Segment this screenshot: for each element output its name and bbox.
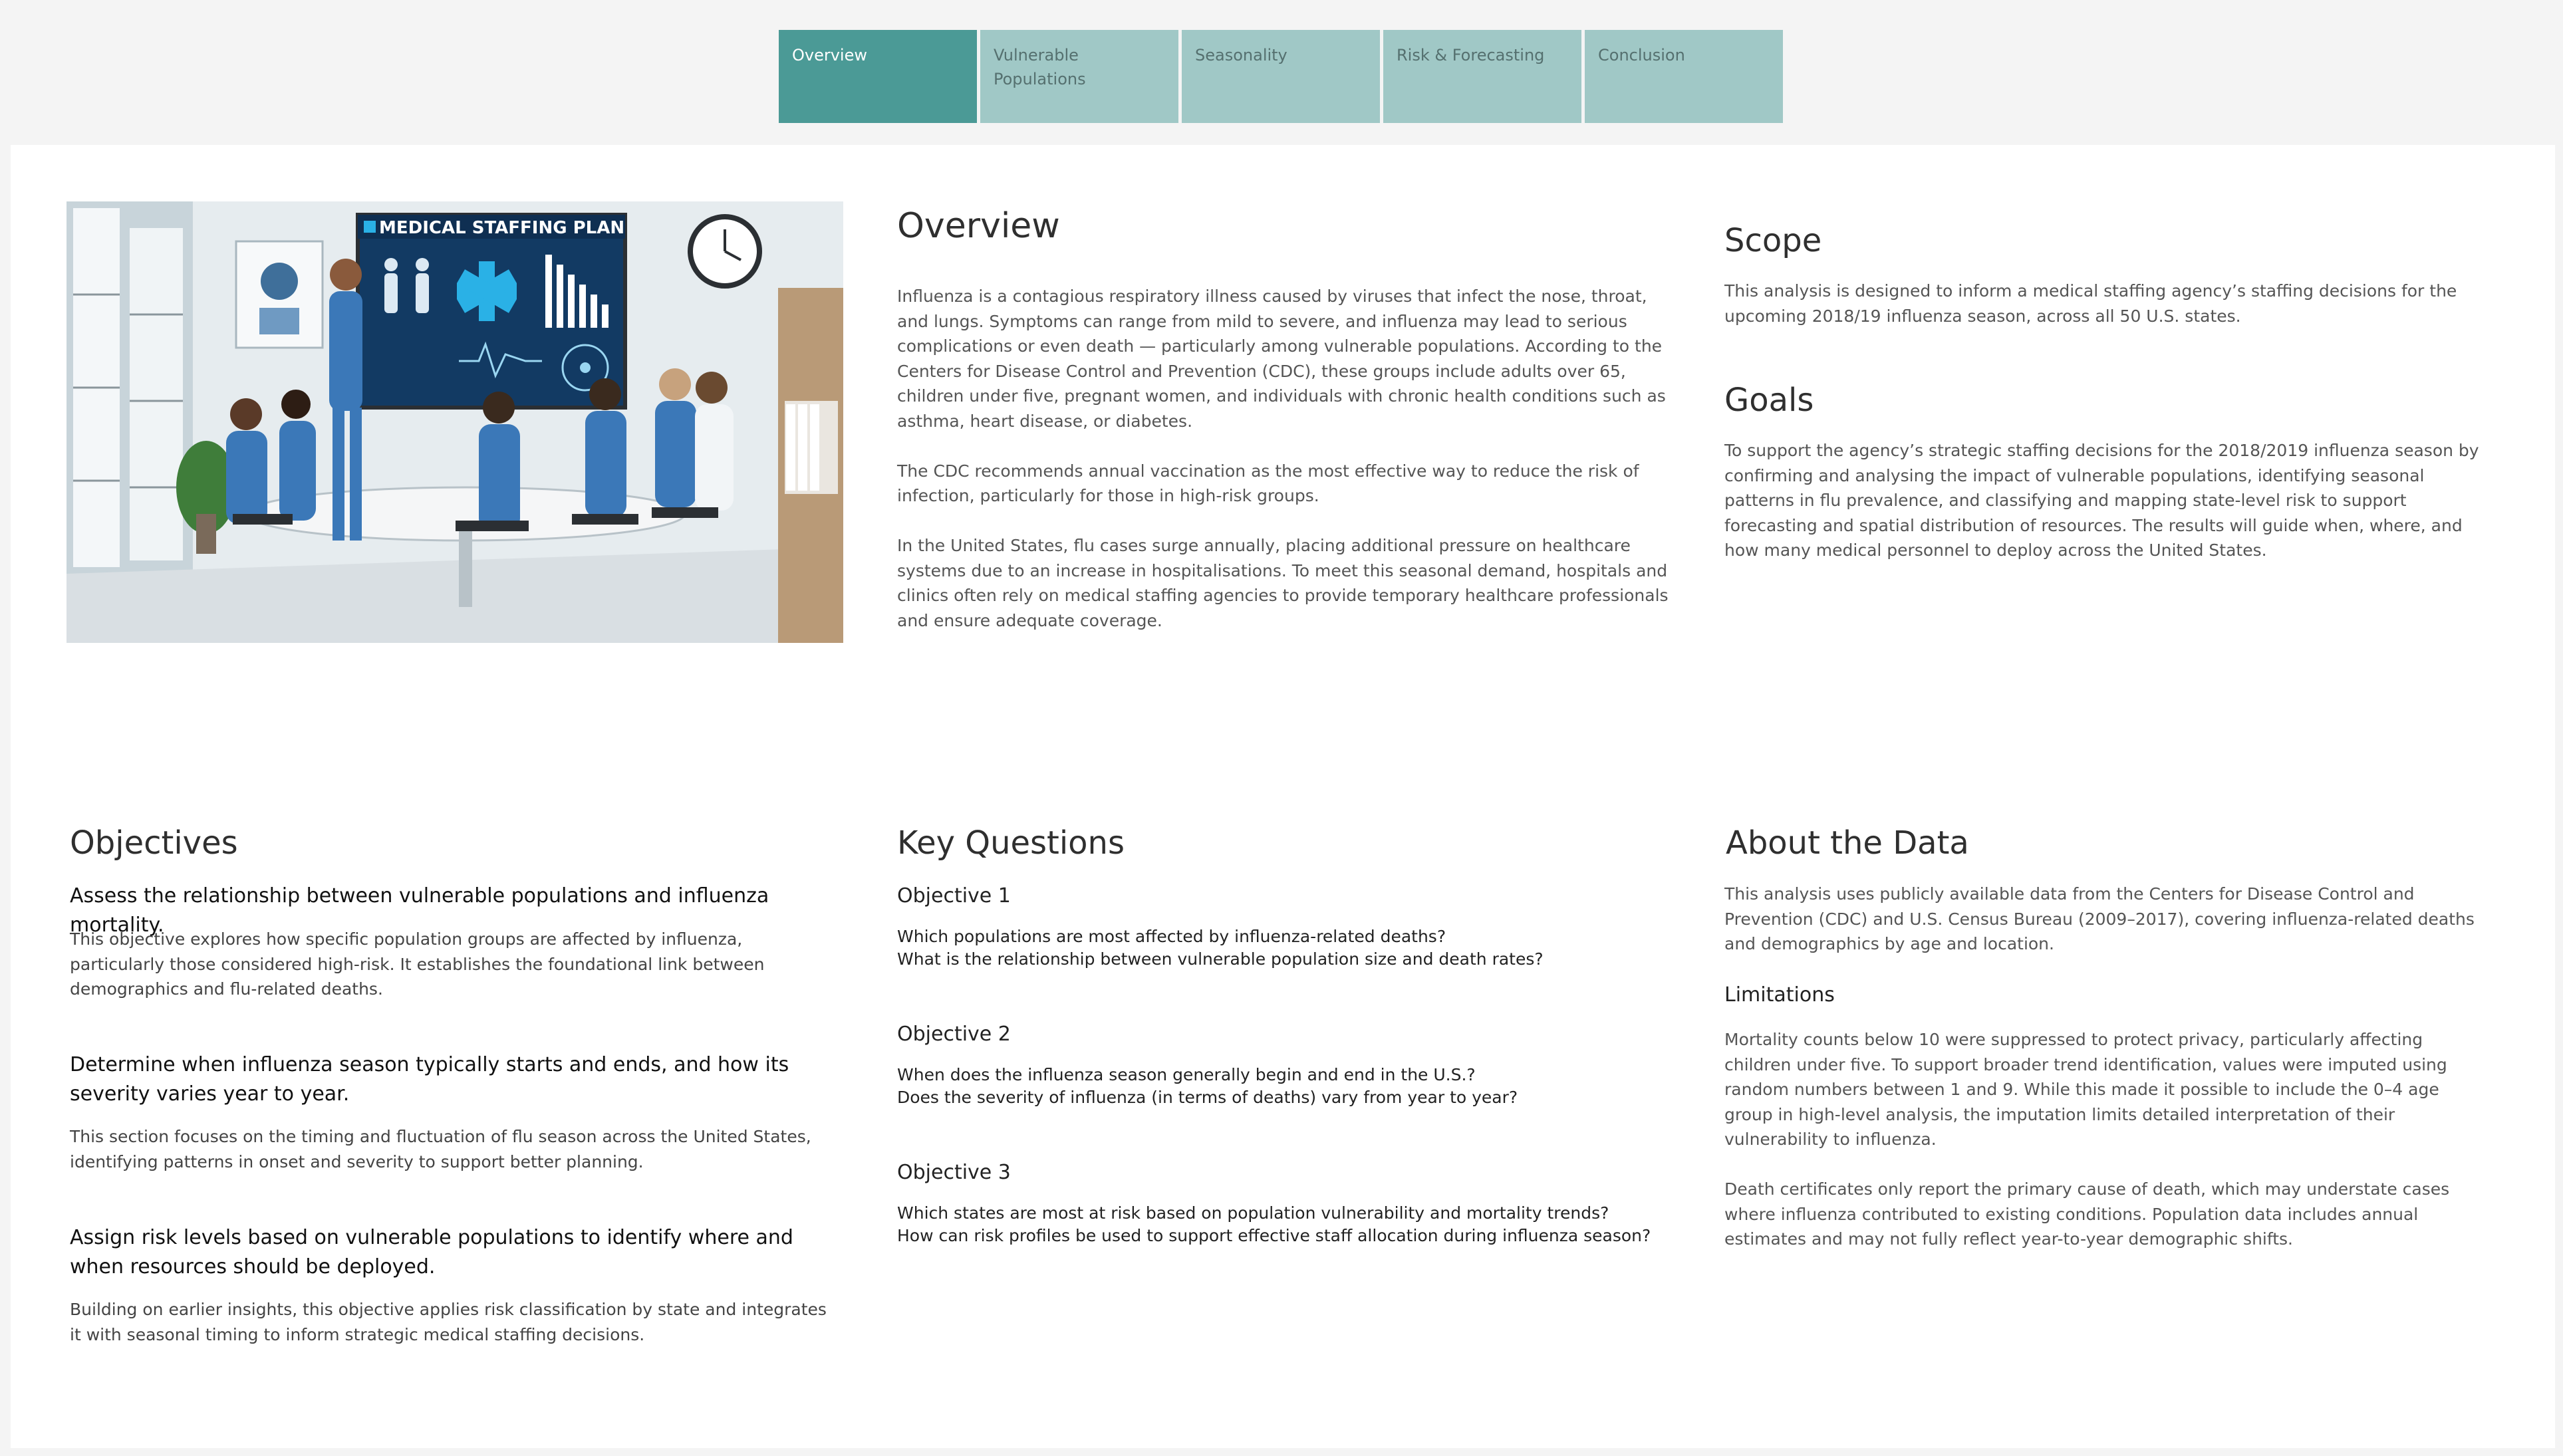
objective-2-title: Determine when influenza season typicall…	[70, 1053, 789, 1106]
about-data-title: About the Data	[1726, 824, 1969, 862]
tab-seasonality[interactable]: Seasonality	[1182, 30, 1380, 123]
objective-3-label: Objective 3	[897, 1161, 1011, 1184]
key-question: When does the influenza season generally…	[897, 1065, 1476, 1084]
key-question: How can risk profiles be used to support…	[897, 1226, 1651, 1245]
overview-title: Overview	[897, 206, 1060, 246]
tab-vulnerable-populations[interactable]: Vulnerable Populations	[980, 30, 1178, 123]
key-question: Which states are most at risk based on p…	[897, 1203, 1609, 1223]
overview-paragraph: In the United States, flu cases surge an…	[897, 536, 1669, 630]
objective-3-title: Assign risk levels based on vulnerable p…	[70, 1226, 793, 1278]
hero-banner-text: MEDICAL STAFFING PLAN	[379, 218, 624, 238]
overview-body: Influenza is a contagious respiratory il…	[897, 284, 1675, 633]
objective-1-text: This objective explores how specific pop…	[70, 929, 765, 999]
goals-text: To support the agency’s strategic staffi…	[1724, 441, 2479, 560]
objective-2-text: This section focuses on the timing and f…	[70, 1127, 811, 1171]
dashboard-tab-bar: Overview Vulnerable Populations Seasonal…	[779, 30, 1783, 123]
tab-overview[interactable]: Overview	[779, 30, 977, 123]
objective-1-label: Objective 1	[897, 884, 1011, 908]
objective-3-text: Building on earlier insights, this objec…	[70, 1300, 827, 1344]
key-question: Does the severity of influenza (in terms…	[897, 1088, 1518, 1107]
limitations-title: Limitations	[1724, 983, 1835, 1007]
limitations-paragraph: Death certificates only report the prima…	[1724, 1179, 2450, 1249]
scope-title: Scope	[1724, 222, 1822, 259]
tab-risk-forecasting[interactable]: Risk & Forecasting	[1383, 30, 1581, 123]
overview-paragraph: Influenza is a contagious respiratory il…	[897, 287, 1666, 431]
key-questions-title: Key Questions	[897, 824, 1125, 862]
objective-2-label: Objective 2	[897, 1023, 1011, 1046]
scope-text: This analysis is designed to inform a me…	[1724, 281, 2457, 326]
about-data-text: This analysis uses publicly available da…	[1724, 884, 2475, 953]
tab-conclusion[interactable]: Conclusion	[1585, 30, 1783, 123]
overview-paragraph: The CDC recommends annual vaccination as…	[897, 461, 1639, 506]
limitations-paragraph: Mortality counts below 10 were suppresse…	[1724, 1030, 2447, 1149]
key-question: Which populations are most affected by i…	[897, 927, 1446, 946]
objectives-title: Objectives	[70, 824, 238, 862]
goals-title: Goals	[1724, 382, 1814, 419]
limitations-body: Mortality counts below 10 were suppresse…	[1724, 1027, 2489, 1252]
key-question: What is the relationship between vulnera…	[897, 949, 1544, 969]
medical-staffing-illustration: MEDICAL STAFFING PLAN	[67, 201, 843, 643]
